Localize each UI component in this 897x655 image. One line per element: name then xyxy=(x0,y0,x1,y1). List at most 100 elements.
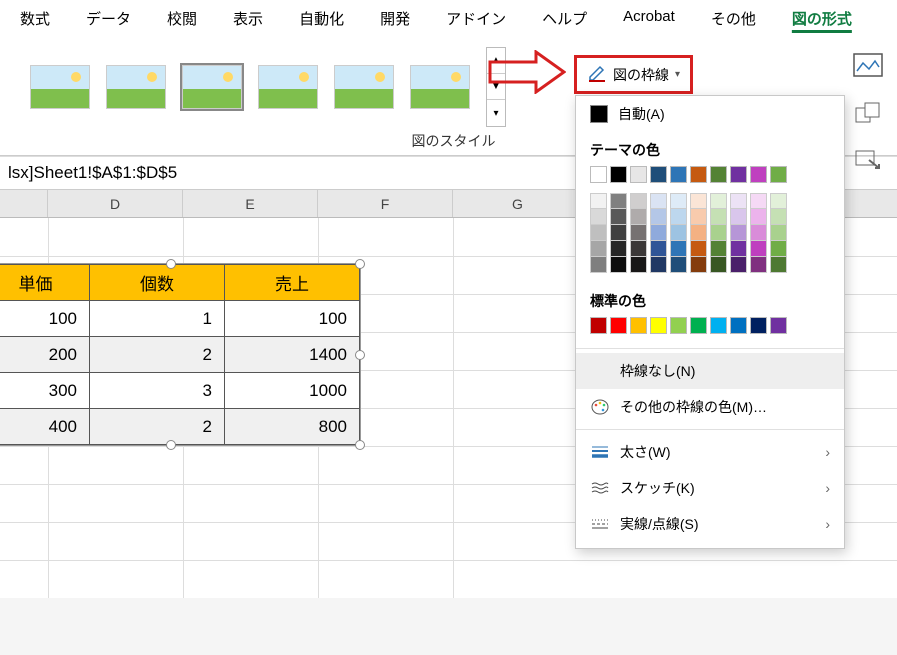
picture-style-1[interactable] xyxy=(30,65,90,109)
color-swatch[interactable] xyxy=(650,225,667,241)
picture-style-6[interactable] xyxy=(410,65,470,109)
color-swatch[interactable] xyxy=(590,209,607,225)
color-swatch[interactable] xyxy=(630,317,647,334)
color-swatch[interactable] xyxy=(750,317,767,334)
color-swatch[interactable] xyxy=(710,257,727,273)
col-header-e[interactable]: E xyxy=(183,190,318,217)
ribbon-tab[interactable]: データ xyxy=(82,6,135,31)
color-swatch[interactable] xyxy=(730,241,747,257)
picture-layout-icon[interactable] xyxy=(849,50,887,80)
more-colors-item[interactable]: その他の枠線の色(M)… xyxy=(576,389,844,425)
color-swatch[interactable] xyxy=(590,317,607,334)
resize-handle[interactable] xyxy=(166,440,176,450)
ribbon-tab[interactable]: 数式 xyxy=(16,6,54,31)
color-swatch[interactable] xyxy=(610,209,627,225)
color-swatch[interactable] xyxy=(690,166,707,183)
color-swatch[interactable] xyxy=(590,257,607,273)
ribbon-tab[interactable]: ヘルプ xyxy=(538,6,591,31)
ribbon-tab[interactable]: 自動化 xyxy=(295,6,348,31)
color-swatch[interactable] xyxy=(610,166,627,183)
color-swatch[interactable] xyxy=(730,193,747,209)
color-swatch[interactable] xyxy=(650,193,667,209)
picture-style-3[interactable] xyxy=(182,65,242,109)
color-swatch[interactable] xyxy=(750,241,767,257)
color-swatch[interactable] xyxy=(670,209,687,225)
color-swatch[interactable] xyxy=(750,257,767,273)
ribbon-tab[interactable]: その他 xyxy=(707,6,760,31)
color-swatch[interactable] xyxy=(770,241,787,257)
color-swatch[interactable] xyxy=(630,166,647,183)
color-swatch[interactable] xyxy=(770,166,787,183)
color-swatch[interactable] xyxy=(710,193,727,209)
color-swatch[interactable] xyxy=(590,166,607,183)
picture-style-5[interactable] xyxy=(334,65,394,109)
color-swatch[interactable] xyxy=(750,209,767,225)
picture-style-2[interactable] xyxy=(106,65,166,109)
color-swatch[interactable] xyxy=(610,193,627,209)
color-swatch[interactable] xyxy=(690,209,707,225)
color-swatch[interactable] xyxy=(610,317,627,334)
color-swatch[interactable] xyxy=(770,209,787,225)
color-swatch[interactable] xyxy=(650,241,667,257)
color-swatch[interactable] xyxy=(690,257,707,273)
color-swatch[interactable] xyxy=(590,241,607,257)
picture-outline-button[interactable]: 図の枠線 ▾ xyxy=(579,60,688,89)
color-swatch[interactable] xyxy=(610,257,627,273)
color-swatch[interactable] xyxy=(710,241,727,257)
ribbon-tab[interactable]: 表示 xyxy=(229,6,267,31)
color-swatch[interactable] xyxy=(730,209,747,225)
color-swatch[interactable] xyxy=(750,193,767,209)
color-swatch[interactable] xyxy=(730,317,747,334)
resize-handle[interactable] xyxy=(166,259,176,269)
col-header-g[interactable]: G xyxy=(453,190,583,217)
color-swatch[interactable] xyxy=(690,241,707,257)
no-outline-item[interactable]: 枠線なし(N) xyxy=(576,353,844,389)
color-swatch[interactable] xyxy=(670,225,687,241)
ribbon-tab[interactable]: 校閲 xyxy=(163,6,201,31)
color-swatch[interactable] xyxy=(670,317,687,334)
resize-handle[interactable] xyxy=(355,350,365,360)
color-swatch[interactable] xyxy=(710,166,727,183)
color-swatch[interactable] xyxy=(730,257,747,273)
color-swatch[interactable] xyxy=(670,166,687,183)
auto-color-item[interactable]: 自動(A) xyxy=(576,96,844,132)
gallery-more-button[interactable]: ▾ xyxy=(487,100,505,126)
embedded-picture[interactable]: 単価 個数 売上 1001100 20021400 30031000 40028… xyxy=(0,263,361,446)
picture-style-4[interactable] xyxy=(258,65,318,109)
color-swatch[interactable] xyxy=(610,225,627,241)
color-swatch[interactable] xyxy=(590,193,607,209)
ribbon-tab[interactable]: アドイン xyxy=(442,6,510,31)
resize-handle[interactable] xyxy=(355,259,365,269)
selection-pane-icon[interactable] xyxy=(849,146,887,176)
color-swatch[interactable] xyxy=(610,241,627,257)
color-swatch[interactable] xyxy=(650,317,667,334)
color-swatch[interactable] xyxy=(670,241,687,257)
resize-handle[interactable] xyxy=(355,440,365,450)
color-swatch[interactable] xyxy=(770,257,787,273)
color-swatch[interactable] xyxy=(670,257,687,273)
weight-item[interactable]: 太さ(W) › xyxy=(576,434,844,470)
color-swatch[interactable] xyxy=(630,225,647,241)
color-swatch[interactable] xyxy=(750,225,767,241)
color-swatch[interactable] xyxy=(770,225,787,241)
color-swatch[interactable] xyxy=(650,209,667,225)
color-swatch[interactable] xyxy=(630,241,647,257)
color-swatch[interactable] xyxy=(770,317,787,334)
col-header-f[interactable]: F xyxy=(318,190,453,217)
color-swatch[interactable] xyxy=(770,193,787,209)
color-swatch[interactable] xyxy=(690,317,707,334)
bring-forward-icon[interactable] xyxy=(849,98,887,128)
color-swatch[interactable] xyxy=(630,193,647,209)
col-header-d[interactable]: D xyxy=(48,190,183,217)
ribbon-tab[interactable]: Acrobat xyxy=(619,6,679,31)
color-swatch[interactable] xyxy=(590,225,607,241)
color-swatch[interactable] xyxy=(690,225,707,241)
color-swatch[interactable] xyxy=(690,193,707,209)
dashes-item[interactable]: 実線/点線(S) › xyxy=(576,506,844,542)
color-swatch[interactable] xyxy=(650,257,667,273)
color-swatch[interactable] xyxy=(750,166,767,183)
color-swatch[interactable] xyxy=(670,193,687,209)
color-swatch[interactable] xyxy=(730,225,747,241)
color-swatch[interactable] xyxy=(650,166,667,183)
color-swatch[interactable] xyxy=(710,225,727,241)
